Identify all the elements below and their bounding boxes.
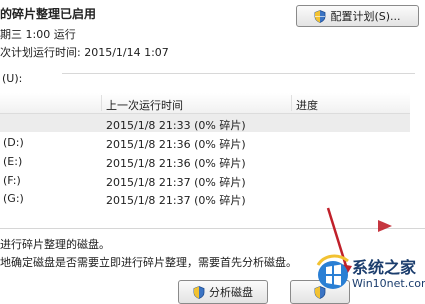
analyze-disk-label: 分析磁盘 [209,286,253,299]
drive-name: (E:) [3,155,23,168]
last-run-cell: 2015/1/8 21:36 (0% 碎片) [106,157,246,170]
table-header: 上一次运行时间 进度 [0,93,410,114]
disk-table: 上一次运行时间 进度 2015/1/8 21:33 (0% 碎片) (D:) 2… [0,93,410,207]
configure-schedule-label: 配置计划(S)... [330,10,401,23]
column-divider[interactable] [101,95,102,111]
last-run-cell: 2015/1/8 21:36 (0% 碎片) [106,138,246,151]
shield-icon [314,9,326,23]
schedule-text: 期三 1:00 运行 [0,28,76,41]
next-run-text: 次计划运行时间: 2015/1/14 1:07 [0,46,169,59]
page-title: 的碎片整理已启用 [0,7,97,21]
drive-name: (F:) [3,174,21,187]
column-header-progress[interactable]: 进度 [296,97,318,113]
current-status-label: (U): [2,72,23,85]
configure-schedule-button[interactable]: 配置计划(S)... [296,5,419,27]
table-row[interactable]: (F:) 2015/1/8 21:37 (0% 碎片) [0,171,410,189]
windows-logo-icon [316,254,349,289]
last-run-cell: 2015/1/8 21:37 (0% 碎片) [106,176,246,189]
table-row[interactable]: (D:) 2015/1/8 21:36 (0% 碎片) [0,133,410,151]
watermark: 系统之家 Win10net.com [316,250,425,301]
brand-name: 系统之家 [352,258,417,277]
column-header-last-run[interactable]: 上一次运行时间 [106,97,183,113]
shield-icon [193,285,205,299]
info-text: 地确定磁盘是否需要立即进行碎片整理，需要首先分析磁盘。 [0,256,297,269]
table-row[interactable]: (E:) 2015/1/8 21:36 (0% 碎片) [0,152,410,170]
drive-name: (D:) [3,136,24,149]
column-divider[interactable] [291,95,292,111]
drive-name: (G:) [3,192,24,205]
last-run-cell: 2015/1/8 21:33 (0% 碎片) [106,119,246,132]
table-row[interactable]: 2015/1/8 21:33 (0% 碎片) [0,114,410,132]
last-run-cell: 2015/1/8 21:37 (0% 碎片) [106,194,246,207]
brand-url: Win10net.com [352,277,425,290]
section-divider [62,73,415,74]
analyze-disk-button[interactable]: 分析磁盘 [178,280,268,304]
info-text: 进行碎片整理的磁盘。 [0,238,110,251]
